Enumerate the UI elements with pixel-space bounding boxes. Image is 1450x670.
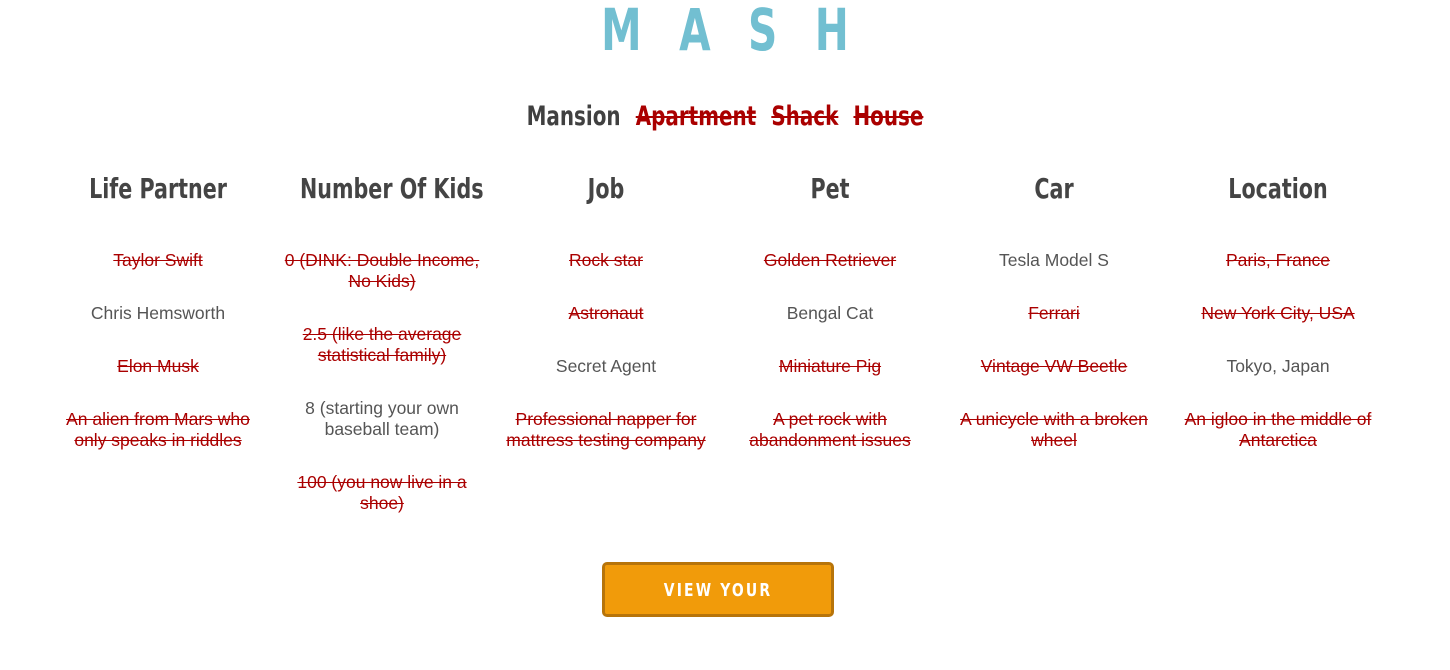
option-item: 2.5 (like the average statistical family… (302, 324, 462, 365)
option-item: Tokyo, Japan (1226, 356, 1330, 376)
housing-option-shack: Shack (771, 101, 839, 132)
option-item: 100 (you now live in a shoe) (297, 472, 467, 513)
option-item: Golden Retriever (763, 250, 897, 270)
category-car: Car Tesla Model S Ferrari Vintage VW Bee… (954, 172, 1154, 483)
housing-option-mansion: Mansion (526, 101, 621, 132)
housing-option-apartment: Apartment (635, 101, 757, 132)
option-item: Miniature Pig (778, 356, 882, 376)
option-item: Rock star (569, 250, 643, 270)
option-item: Secret Agent (555, 356, 657, 376)
housing-option-house: House (853, 101, 924, 132)
option-item: A unicycle with a broken wheel (960, 409, 1148, 450)
option-item: An igloo in the middle of Antarctica (1184, 409, 1372, 450)
option-item: Bengal Cat (786, 303, 874, 323)
option-item: An alien from Mars who only speaks in ri… (66, 409, 250, 450)
category-location: Location Paris, France New York City, US… (1178, 172, 1378, 483)
category-title: Car (1034, 172, 1074, 205)
option-item: Paris, France (1225, 250, 1331, 270)
category-pet: Pet Golden Retriever Bengal Cat Miniatur… (730, 172, 930, 483)
category-job: Job Rock star Astronaut Secret Agent Pro… (506, 172, 706, 483)
option-item: Elon Musk (117, 356, 199, 376)
option-item: 8 (starting your own baseball team) (305, 398, 459, 439)
category-title: Life Partner (89, 172, 227, 205)
category-title: Job (587, 172, 625, 205)
page-title: MASH (601, 0, 887, 64)
housing-options: Mansion Apartment Shack House (131, 101, 1320, 132)
category-title: Pet (810, 172, 850, 205)
category-number-of-kids: Number Of Kids 0 (DINK: Double Income, N… (282, 172, 484, 546)
option-item: Professional napper for mattress testing… (506, 409, 706, 450)
category-title: Location (1228, 172, 1328, 205)
option-item: Astronaut (568, 303, 644, 323)
view-fortune-button[interactable]: VIEW YOUR FORTUNE (602, 562, 834, 650)
option-item: Taylor Swift (113, 250, 203, 270)
category-life-partner: Life Partner Taylor Swift Chris Hemswort… (58, 172, 258, 483)
option-item: 0 (DINK: Double Income, No Kids) (284, 250, 480, 291)
option-item: Vintage VW Beetle (980, 356, 1128, 376)
option-item: Tesla Model S (999, 250, 1109, 270)
option-item: Chris Hemsworth (90, 303, 226, 323)
option-item: A pet rock with abandonment issues (749, 409, 911, 450)
category-title: Number Of Kids (300, 172, 484, 205)
option-item: New York City, USA (1201, 303, 1355, 323)
option-item: Ferrari (1028, 303, 1080, 323)
view-fortune-button-label: VIEW YOUR FORTUNE (663, 580, 773, 650)
